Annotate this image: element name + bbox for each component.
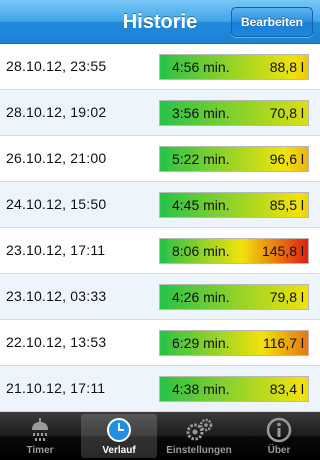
tab-verlauf[interactable]: Verlauf: [81, 414, 157, 458]
entry-duration: 3:56 min.: [172, 105, 230, 121]
usage-bar: 4:26 min. 79,8 l: [159, 284, 309, 310]
history-row[interactable]: 21.10.12, 17:11 4:38 min. 83,4 l: [0, 366, 320, 412]
usage-bar: 4:56 min. 88,8 l: [159, 54, 309, 80]
bar-accent: [160, 377, 167, 401]
entry-volume: 96,6 l: [269, 151, 304, 167]
bar-accent: [160, 55, 167, 79]
entry-date: 23.10.12, 17:11: [6, 242, 106, 258]
entry-duration: 6:29 min.: [172, 335, 230, 351]
entry-volume: 116,7 l: [263, 335, 304, 351]
usage-bar: 5:22 min. 96,6 l: [159, 146, 309, 172]
history-row[interactable]: 24.10.12, 15:50 4:45 min. 85,5 l: [0, 182, 320, 228]
tab-label: Über: [267, 445, 291, 456]
entry-volume: 79,8 l: [269, 289, 304, 305]
usage-bar: 8:06 min. 145,8 l: [159, 238, 309, 264]
info-icon: [266, 417, 292, 443]
entry-volume: 88,8 l: [269, 59, 304, 75]
usage-bar: 3:56 min. 70,8 l: [159, 100, 309, 126]
history-row[interactable]: 22.10.12, 13:53 6:29 min. 116,7 l: [0, 320, 320, 366]
entry-duration: 4:38 min.: [172, 381, 230, 397]
history-row[interactable]: 26.10.12, 21:00 5:22 min. 96,6 l: [0, 136, 320, 182]
bar-accent: [160, 239, 167, 263]
shower-icon: [32, 418, 48, 441]
entry-date: 28.10.12, 23:55: [6, 58, 107, 74]
bar-accent: [160, 101, 167, 125]
history-row[interactable]: 23.10.12, 17:11 8:06 min. 145,8 l: [0, 228, 320, 274]
navigation-bar: Historie Bearbeiten: [0, 0, 320, 44]
entry-duration: 4:56 min.: [172, 59, 230, 75]
tab-label: Einstellungen: [166, 445, 232, 456]
entry-volume: 145,8 l: [261, 243, 304, 259]
edit-button[interactable]: Bearbeiten: [230, 7, 313, 37]
usage-bar: 4:38 min. 83,4 l: [159, 376, 309, 402]
entry-date: 23.10.12, 03:33: [6, 288, 107, 304]
tab-label: Verlauf: [102, 445, 136, 456]
usage-bar: 6:29 min. 116,7 l: [159, 330, 309, 356]
entry-duration: 4:26 min.: [172, 289, 230, 305]
usage-bar: 4:45 min. 85,5 l: [159, 192, 309, 218]
entry-date: 24.10.12, 15:50: [6, 196, 107, 212]
tab-timer[interactable]: Timer: [2, 414, 78, 458]
bar-accent: [160, 147, 167, 171]
entry-duration: 5:22 min.: [172, 151, 230, 167]
history-list[interactable]: 28.10.12, 23:55 4:56 min. 88,8 l 28.10.1…: [0, 44, 320, 412]
history-row[interactable]: 28.10.12, 19:02 3:56 min. 70,8 l: [0, 90, 320, 136]
entry-duration: 8:06 min.: [172, 243, 230, 259]
tab-ueber[interactable]: Über: [241, 414, 317, 458]
bar-accent: [160, 193, 167, 217]
history-row[interactable]: 28.10.12, 23:55 4:56 min. 88,8 l: [0, 44, 320, 90]
entry-duration: 4:45 min.: [172, 197, 230, 213]
entry-date: 26.10.12, 21:00: [6, 150, 107, 166]
entry-date: 21.10.12, 17:11: [6, 380, 106, 396]
entry-volume: 83,4 l: [269, 381, 304, 397]
entry-date: 28.10.12, 19:02: [6, 104, 107, 120]
tab-einstellungen[interactable]: Einstellungen: [161, 414, 237, 458]
tab-label: Timer: [26, 445, 54, 456]
entry-volume: 85,5 l: [269, 197, 304, 213]
entry-date: 22.10.12, 13:53: [6, 334, 107, 350]
history-row[interactable]: 23.10.12, 03:33 4:26 min. 79,8 l: [0, 274, 320, 320]
tab-bar: Timer Verlauf Einstellungen Über: [0, 412, 320, 460]
clock-icon: [107, 418, 131, 442]
bar-accent: [160, 285, 167, 309]
gears-icon: [186, 418, 213, 441]
entry-volume: 70,8 l: [269, 105, 304, 121]
bar-accent: [160, 331, 167, 355]
